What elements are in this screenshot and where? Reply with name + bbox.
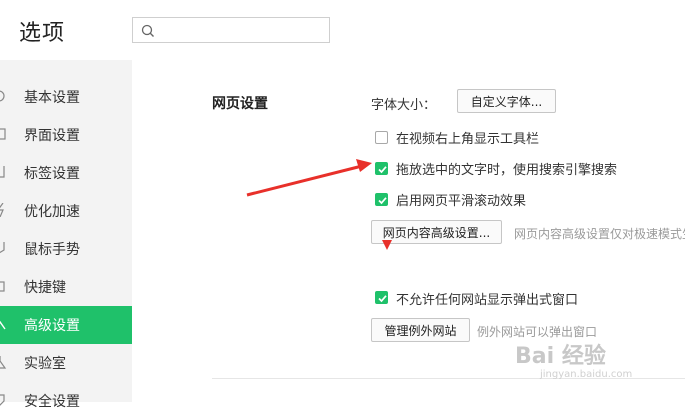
window-icon bbox=[0, 127, 8, 141]
baidu-watermark-url: jingyan.baidu.com bbox=[540, 369, 633, 380]
sidebar-item-label: 鼠标手势 bbox=[24, 242, 80, 258]
sidebar: 基本设置 界面设置 标签设置 优化加速 鼠标手势 快捷键 高级设置 实验室 安全… bbox=[0, 60, 132, 410]
tab-icon bbox=[0, 165, 8, 179]
home-icon bbox=[0, 89, 8, 103]
checkmark-icon bbox=[378, 197, 387, 205]
sidebar-item-label: 高级设置 bbox=[24, 318, 80, 334]
sidebar-item-label: 实验室 bbox=[24, 356, 66, 372]
sidebar-item-interface[interactable]: 界面设置 bbox=[0, 116, 132, 154]
sidebar-item-label: 安全设置 bbox=[24, 394, 80, 410]
smooth-scroll-label: 启用网页平滑滚动效果 bbox=[396, 194, 527, 209]
drag-search-checkbox[interactable] bbox=[375, 162, 388, 175]
flask-icon bbox=[0, 355, 8, 369]
checkmark-icon bbox=[378, 295, 387, 303]
sidebar-item-label: 基本设置 bbox=[24, 90, 80, 106]
checkmark-icon bbox=[378, 166, 387, 174]
sidebar-item-tabs[interactable]: 标签设置 bbox=[0, 154, 132, 192]
mouse-icon bbox=[0, 241, 8, 255]
block-popups-checkbox[interactable] bbox=[375, 291, 388, 304]
sidebar-item-label: 优化加速 bbox=[24, 204, 80, 220]
custom-font-button[interactable]: 自定义字体... bbox=[457, 89, 556, 113]
drag-search-label: 拖放选中的文字时，使用搜索引擎搜索 bbox=[396, 163, 618, 178]
search-input[interactable] bbox=[132, 17, 330, 43]
sidebar-item-basic[interactable]: 基本设置 bbox=[0, 78, 132, 116]
block-popups-label: 不允许任何网站显示弹出式窗口 bbox=[396, 293, 579, 308]
advanced-content-settings-button[interactable]: 网页内容高级设置... bbox=[371, 220, 502, 244]
sidebar-item-shortcuts[interactable]: 快捷键 bbox=[0, 268, 132, 306]
video-toolbar-checkbox[interactable] bbox=[375, 131, 388, 144]
dialog-title: 选项 bbox=[19, 21, 66, 46]
lightning-icon bbox=[0, 202, 8, 218]
sidebar-item-label: 界面设置 bbox=[24, 128, 80, 144]
sidebar-item-advanced[interactable]: 高级设置 bbox=[0, 306, 132, 344]
shield-icon bbox=[0, 393, 8, 407]
sidebar-item-label: 标签设置 bbox=[24, 166, 80, 182]
wrench-icon bbox=[0, 317, 8, 331]
manage-exceptions-button[interactable]: 管理例外网站 bbox=[371, 318, 470, 342]
sidebar-item-security[interactable]: 安全设置 bbox=[0, 382, 132, 420]
sidebar-item-lab[interactable]: 实验室 bbox=[0, 344, 132, 382]
keyboard-icon bbox=[0, 279, 8, 293]
video-toolbar-label: 在视频右上角显示工具栏 bbox=[396, 132, 540, 147]
font-size-label: 字体大小： bbox=[371, 98, 437, 113]
sidebar-item-label: 快捷键 bbox=[24, 280, 66, 296]
sidebar-item-optimize[interactable]: 优化加速 bbox=[0, 192, 132, 230]
search-icon bbox=[141, 24, 154, 37]
sidebar-item-mouse-gestures[interactable]: 鼠标手势 bbox=[0, 230, 132, 268]
advanced-content-hint: 网页内容高级设置仅对极速模式生效 bbox=[514, 227, 685, 241]
smooth-scroll-checkbox[interactable] bbox=[375, 193, 388, 206]
dialog-header: 选项 bbox=[0, 0, 685, 62]
baidu-watermark: Bai 经验 bbox=[515, 344, 606, 369]
section-title-webpage: 网页设置 bbox=[212, 96, 268, 112]
